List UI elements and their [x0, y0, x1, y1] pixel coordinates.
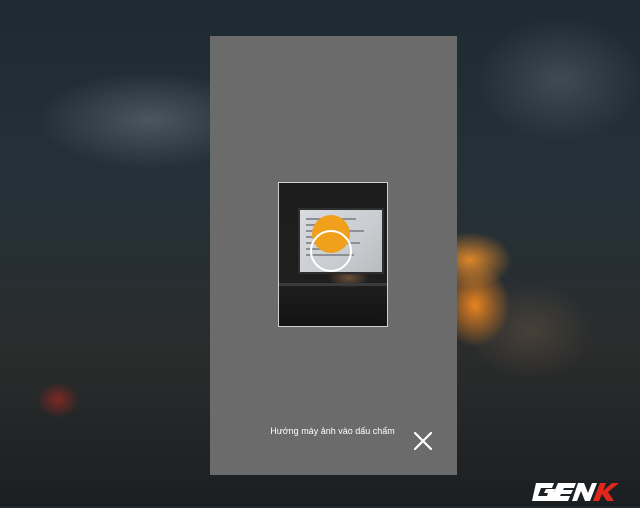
close-icon[interactable]: [411, 429, 435, 453]
camera-feed: [279, 183, 387, 326]
camera-preview: [278, 182, 388, 327]
camera-alignment-panel: Hướng máy ảnh vào dấu chấm: [210, 36, 457, 475]
genk-logo: [530, 481, 630, 503]
preview-taskbar: [279, 283, 387, 286]
aim-ring: [310, 230, 352, 272]
